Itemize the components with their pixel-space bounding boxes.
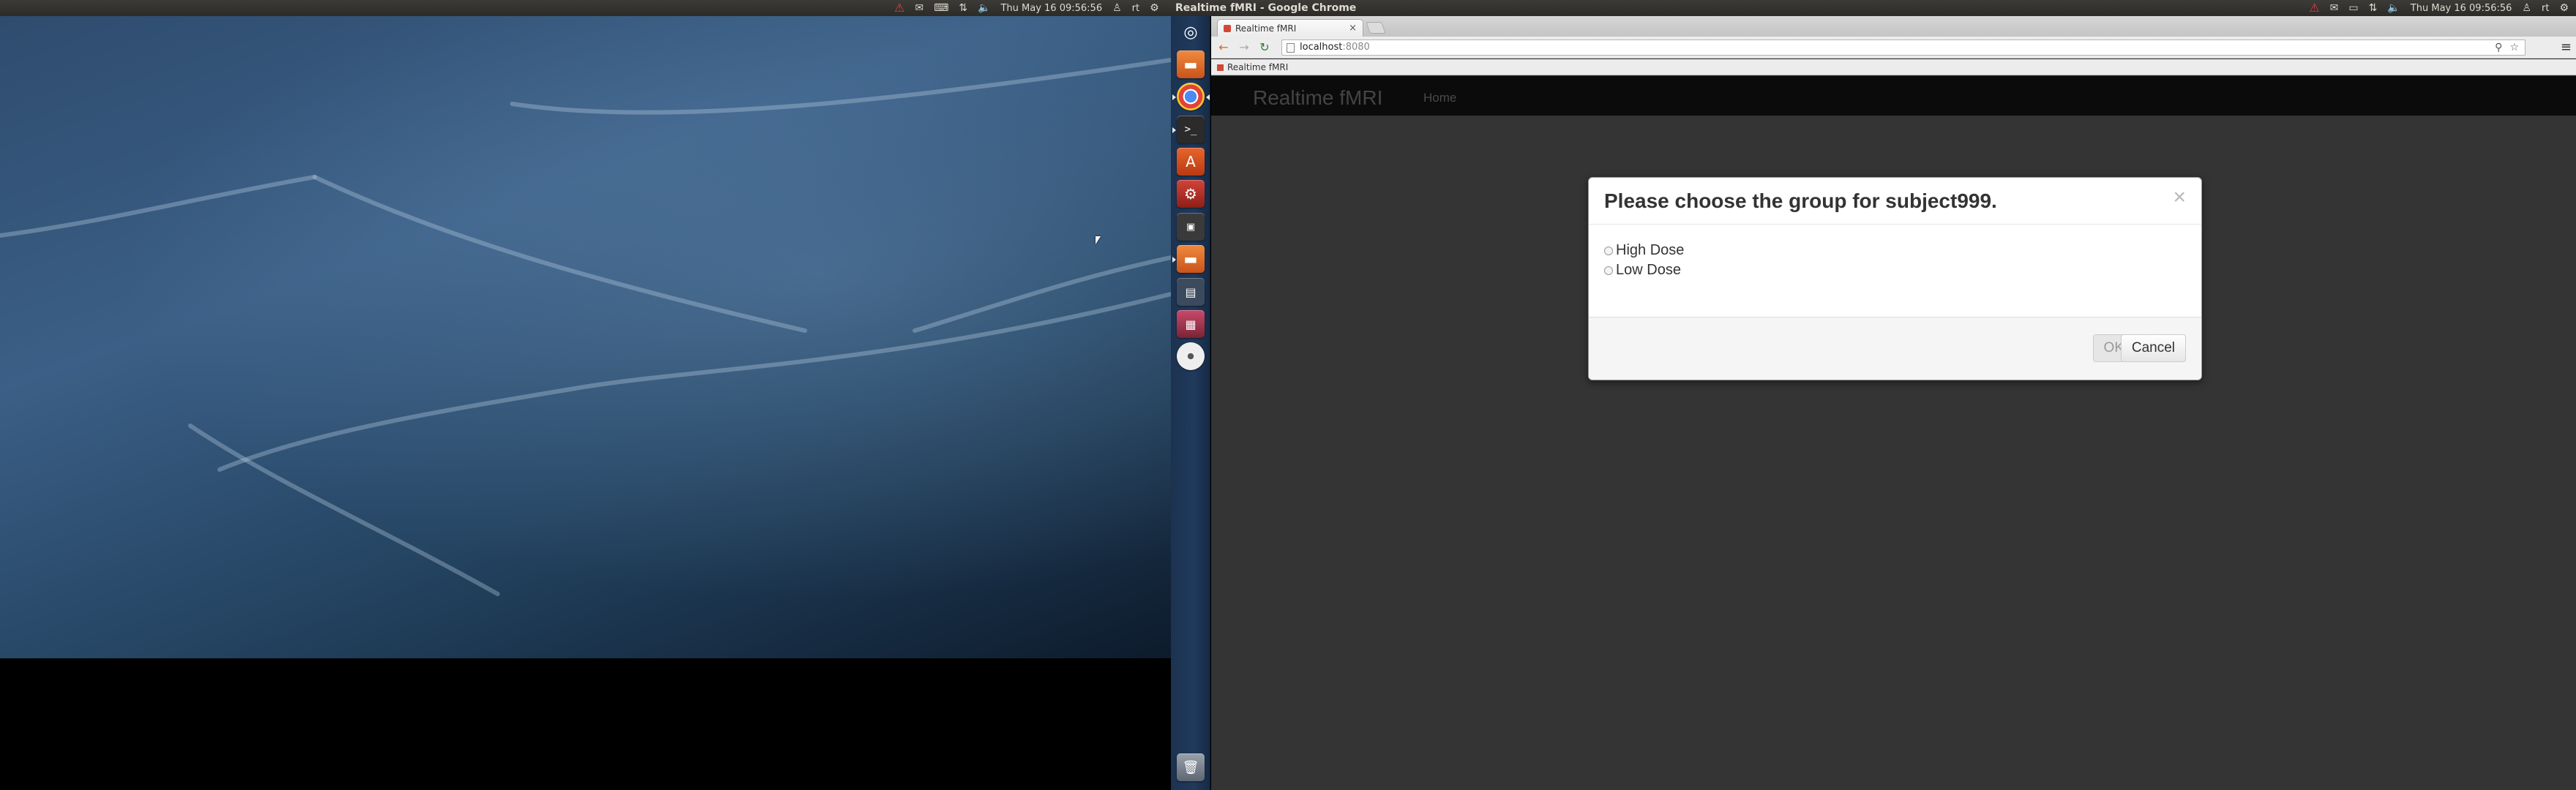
- reload-icon[interactable]: ↻: [1257, 40, 1273, 56]
- dialog-header: Please choose the group for subject999. …: [1589, 178, 2201, 225]
- favicon-icon: [1217, 64, 1224, 71]
- running-indicator: [1172, 127, 1176, 133]
- option-label: Low Dose: [1616, 262, 1681, 278]
- left-top-panel: ⚠ ✉ ⌨ ⇅ 🔈 Thu May 16 09:56:56 ♙ rt ⚙: [0, 0, 1171, 16]
- running-indicator: [1172, 257, 1176, 263]
- chrome-window: Realtime fMRI × ← → ↻ localhost:8080 ⚲ ☆…: [1211, 16, 2576, 790]
- folder-icon: ▬: [1177, 50, 1205, 78]
- forward-arrow-icon[interactable]: →: [1236, 40, 1252, 56]
- desktop-wallpaper: [0, 16, 1171, 658]
- tab-close-icon[interactable]: ×: [1349, 23, 1357, 34]
- launcher-system-settings[interactable]: ⚙: [1175, 178, 1207, 210]
- network-icon[interactable]: ⇅: [2369, 0, 2378, 16]
- site-navbar: Realtime fMRI Home: [1211, 76, 2576, 116]
- warning-icon[interactable]: ⚠: [894, 0, 905, 16]
- page-icon: [1287, 43, 1295, 53]
- close-icon[interactable]: ×: [2173, 187, 2186, 208]
- address-bar[interactable]: localhost:8080 ⚲ ☆: [1281, 40, 2526, 56]
- window-title: Realtime fMRI - Google Chrome: [1175, 2, 1357, 14]
- warning-icon[interactable]: ⚠: [2309, 0, 2319, 16]
- network-icon[interactable]: ⇅: [959, 0, 967, 16]
- web-page: Realtime fMRI Home Please choose the gro…: [1211, 76, 2576, 790]
- launcher-dash-home[interactable]: ◎: [1175, 16, 1207, 48]
- chrome-menu-icon[interactable]: ≡: [2561, 40, 2572, 56]
- right-clock[interactable]: Thu May 16 09:56:56: [2411, 3, 2512, 14]
- left-clock[interactable]: Thu May 16 09:56:56: [1000, 3, 1102, 14]
- zoom-search-icon[interactable]: ⚲: [2495, 40, 2502, 55]
- volume-icon[interactable]: 🔈: [2387, 0, 2400, 16]
- site-brand[interactable]: Realtime fMRI: [1253, 86, 1382, 110]
- url-port: :8080: [1342, 42, 1370, 53]
- dialog-footer: OK Cancel: [1589, 317, 2201, 380]
- left-unused-area: [0, 658, 1171, 790]
- gear-icon[interactable]: ⚙: [1150, 0, 1159, 16]
- cancel-button[interactable]: Cancel: [2120, 334, 2186, 362]
- disc-icon: [1177, 342, 1205, 370]
- bookmark-star-icon[interactable]: ☆: [2509, 40, 2519, 55]
- battery-icon[interactable]: ▭: [2348, 0, 2358, 16]
- shopping-bag-icon: A: [1177, 148, 1205, 176]
- unity-launcher: ◎ ▬ >_ A ⚙ ▣ ▬ ▤ ▦ 🗑: [1171, 16, 1210, 790]
- launcher-terminal-2[interactable]: ▣: [1175, 211, 1207, 243]
- mouse-pointer-icon: [1096, 236, 1101, 244]
- dialog-title: Please choose the group for subject999.: [1604, 189, 1997, 212]
- gear-icon[interactable]: ⚙: [2559, 0, 2569, 16]
- user-icon: ♙: [1112, 2, 1122, 14]
- tab-strip: Realtime fMRI ×: [1211, 16, 2576, 37]
- image-icon: ▦: [1177, 310, 1205, 338]
- launcher-workspace[interactable]: ▤: [1175, 276, 1207, 308]
- option-label: High Dose: [1616, 242, 1685, 258]
- favicon-icon: [1224, 24, 1231, 32]
- right-screen: Realtime fMRI - Google Chrome ⚠ ✉ ▭ ⇅ 🔈 …: [1171, 0, 2576, 790]
- ubuntu-logo-icon: ◎: [1183, 23, 1198, 42]
- wallpaper-pavement-lines: [0, 58, 1171, 596]
- launcher-terminal[interactable]: >_: [1172, 113, 1207, 146]
- right-indicator-area: ⚠ ✉ ▭ ⇅ 🔈 Thu May 16 09:56:56 ♙ rt ⚙: [2309, 0, 2569, 16]
- nav-link-home[interactable]: Home: [1423, 91, 1456, 105]
- mail-icon[interactable]: ✉: [915, 0, 924, 16]
- workspace-switcher-icon: ▤: [1177, 278, 1205, 306]
- radio-button[interactable]: [1604, 266, 1613, 275]
- trash-icon: 🗑: [1177, 753, 1205, 781]
- bookmarks-bar: Realtime fMRI: [1211, 59, 2576, 75]
- omnibox-actions: ⚲ ☆: [2495, 40, 2519, 55]
- launcher-disc[interactable]: [1175, 340, 1207, 372]
- bookmark-label: Realtime fMRI: [1227, 62, 1289, 72]
- chrome-icon: [1177, 83, 1205, 110]
- back-arrow-icon[interactable]: ←: [1216, 40, 1232, 56]
- launcher-software-center[interactable]: A: [1175, 146, 1207, 178]
- launcher-files[interactable]: ▬: [1175, 48, 1207, 80]
- left-indicator-area: ⚠ ✉ ⌨ ⇅ 🔈 Thu May 16 09:56:56 ♙ rt ⚙: [894, 0, 1159, 16]
- launcher-chrome[interactable]: [1172, 80, 1210, 113]
- tab-title: Realtime fMRI: [1235, 23, 1297, 34]
- option-low-dose[interactable]: Low Dose: [1604, 260, 1684, 280]
- settings-gear-icon: ⚙: [1177, 180, 1205, 208]
- group-choice-dialog: Please choose the group for subject999. …: [1588, 177, 2202, 380]
- browser-toolbar: ← → ↻ localhost:8080 ⚲ ☆ ≡: [1211, 37, 2576, 59]
- keyboard-icon[interactable]: ⌨: [934, 0, 948, 16]
- option-high-dose[interactable]: High Dose: [1604, 241, 1684, 260]
- mail-icon[interactable]: ✉: [2330, 0, 2339, 16]
- bookmark-item[interactable]: Realtime fMRI: [1217, 62, 1288, 72]
- folder-icon: ▬: [1177, 245, 1205, 273]
- browser-tab[interactable]: Realtime fMRI ×: [1217, 19, 1363, 37]
- launcher-trash[interactable]: 🗑: [1175, 751, 1207, 783]
- volume-icon[interactable]: 🔈: [978, 0, 990, 16]
- user-icon: ♙: [2522, 2, 2531, 14]
- left-user-name[interactable]: rt: [1132, 3, 1139, 14]
- dialog-body: High Dose Low Dose: [1604, 241, 1684, 280]
- active-indicator: [1206, 94, 1210, 100]
- launcher-files-2[interactable]: ▬: [1172, 243, 1207, 275]
- right-user-name[interactable]: rt: [2542, 3, 2549, 14]
- url-host: localhost: [1300, 42, 1343, 53]
- monitor-icon: ▣: [1177, 213, 1205, 241]
- running-indicator: [1172, 94, 1176, 100]
- launcher-image-viewer[interactable]: ▦: [1175, 308, 1207, 340]
- right-top-panel: Realtime fMRI - Google Chrome ⚠ ✉ ▭ ⇅ 🔈 …: [1171, 0, 2576, 16]
- new-tab-button[interactable]: [1366, 22, 1386, 34]
- radio-button[interactable]: [1604, 246, 1613, 255]
- terminal-icon: >_: [1177, 116, 1205, 143]
